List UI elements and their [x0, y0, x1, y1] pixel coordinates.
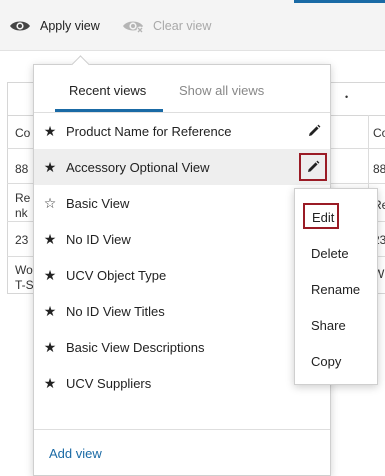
view-item-label: Basic View Descriptions [66, 339, 205, 355]
clear-view-button[interactable]: Clear view [122, 14, 211, 38]
apply-view-label: Apply view [40, 19, 100, 33]
grid-cell: nk [15, 206, 28, 220]
star-filled-icon[interactable]: ★ [42, 303, 58, 320]
view-item-highlighted[interactable]: ★ Accessory Optional View [34, 149, 330, 185]
active-tab-indicator [294, 0, 385, 3]
edit-pencil-icon[interactable] [300, 117, 328, 145]
star-filled-icon[interactable]: ★ [42, 375, 58, 392]
menu-item-copy[interactable]: Copy [295, 347, 377, 375]
edit-pencil-icon[interactable] [299, 153, 327, 181]
view-item-label: Basic View [66, 195, 130, 211]
grid-cell: 88 [373, 162, 385, 176]
views-dropdown: Recent views Show all views ★ Product Na… [33, 55, 331, 476]
star-outline-icon[interactable]: ☆ [42, 195, 58, 212]
grid-cell: Re [15, 191, 31, 205]
grid-cell: 88 [15, 162, 29, 176]
view-item-label: Product Name for Reference [66, 123, 232, 139]
menu-item-label: Copy [311, 354, 342, 369]
view-item-label: UCV Suppliers [66, 375, 152, 391]
view-item[interactable]: ★ No ID View [34, 221, 330, 257]
view-item[interactable]: ★ No ID View Titles [34, 293, 330, 329]
active-tab-underline [55, 109, 163, 112]
more-options-icon[interactable]: • [345, 92, 348, 102]
eye-clear-icon [122, 18, 144, 34]
menu-item-rename[interactable]: Rename [295, 275, 377, 303]
views-tabs: Recent views Show all views [34, 65, 330, 113]
menu-item-label: Share [311, 318, 346, 333]
grid-cell: T-S [15, 278, 34, 292]
tab-show-all-views[interactable]: Show all views [179, 83, 264, 98]
grid-cell: Co [15, 126, 31, 140]
view-item-label: Accessory Optional View [66, 159, 210, 175]
star-filled-icon[interactable]: ★ [42, 231, 58, 248]
star-filled-icon[interactable]: ★ [42, 159, 58, 176]
view-item[interactable]: ★ UCV Object Type [34, 257, 330, 293]
star-filled-icon[interactable]: ★ [42, 267, 58, 284]
grid-cell: 23 [15, 233, 29, 247]
menu-item-label: Rename [311, 282, 361, 297]
clear-view-label: Clear view [153, 19, 212, 33]
menu-item-label: Edit [312, 210, 335, 225]
view-item[interactable]: ★ Product Name for Reference [34, 113, 330, 149]
add-view-link[interactable]: Add view [49, 446, 102, 461]
menu-item-edit[interactable]: Edit [303, 203, 339, 229]
tab-recent-views[interactable]: Recent views [69, 83, 146, 98]
view-item-label: No ID View [66, 231, 131, 247]
eye-icon [9, 18, 31, 34]
view-item[interactable]: ★ UCV Suppliers [34, 365, 330, 401]
menu-item-label: Delete [311, 246, 349, 261]
view-item-label: UCV Object Type [66, 267, 167, 283]
toolbar: Apply view Clear view [0, 0, 385, 51]
view-context-menu: Edit Delete Rename Share Copy [294, 188, 378, 385]
menu-item-delete[interactable]: Delete [295, 239, 377, 267]
view-item[interactable]: ☆ Basic View [34, 185, 330, 221]
view-item[interactable]: ★ Basic View Descriptions [34, 329, 330, 365]
apply-view-button[interactable]: Apply view [9, 14, 100, 38]
view-item-label: No ID View Titles [66, 303, 165, 319]
menu-item-share[interactable]: Share [295, 311, 377, 339]
star-filled-icon[interactable]: ★ [42, 123, 58, 140]
grid-cell: Wo [15, 263, 33, 277]
star-filled-icon[interactable]: ★ [42, 339, 58, 356]
grid-cell: Co [373, 126, 385, 140]
dropdown-footer: Add view [34, 429, 330, 476]
